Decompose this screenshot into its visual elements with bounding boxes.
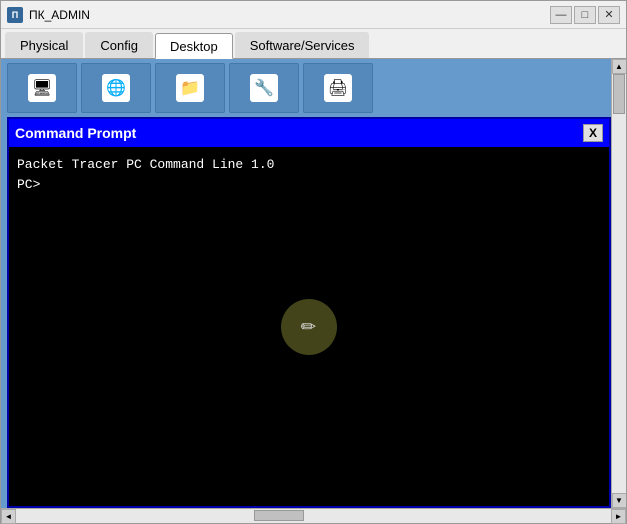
- scroll-track-bottom[interactable]: [16, 509, 611, 523]
- desktop-icon-4[interactable]: 🔧: [229, 63, 299, 113]
- command-prompt-window: Command Prompt X Packet Tracer PC Comman…: [7, 117, 611, 508]
- desktop-area: 🖥 🌐 📁 🔧 🖨 Command Prompt X: [1, 59, 626, 508]
- cmd-title-bar: Command Prompt X: [9, 119, 609, 147]
- cmd-body[interactable]: Packet Tracer PC Command Line 1.0 PC> ✎: [9, 147, 609, 506]
- tab-physical[interactable]: Physical: [5, 32, 83, 58]
- title-bar: П ПК_ADMIN — □ ✕: [1, 1, 626, 29]
- scroll-thumb-bottom[interactable]: [254, 510, 304, 521]
- desktop-icon-3[interactable]: 📁: [155, 63, 225, 113]
- icon5-image: 🖨: [324, 74, 352, 102]
- scrollbar-bottom[interactable]: ◄ ►: [1, 508, 626, 523]
- desktop-icons-strip: 🖥 🌐 📁 🔧 🖨: [1, 59, 626, 117]
- scroll-thumb-right[interactable]: [613, 74, 625, 114]
- window-icon: П: [7, 7, 23, 23]
- scrollbar-right[interactable]: ▲ ▼: [611, 59, 626, 508]
- icon1-image: 🖥: [28, 74, 56, 102]
- cursor-icon: ✎: [295, 313, 323, 341]
- scroll-up-button[interactable]: ▲: [612, 59, 627, 74]
- maximize-button[interactable]: □: [574, 6, 596, 24]
- window-controls: — □ ✕: [550, 6, 620, 24]
- tab-desktop[interactable]: Desktop: [155, 33, 233, 59]
- title-bar-left: П ПК_ADMIN: [7, 7, 90, 23]
- cmd-title: Command Prompt: [15, 125, 136, 141]
- window-title: ПК_ADMIN: [29, 8, 90, 22]
- tab-software[interactable]: Software/Services: [235, 32, 370, 58]
- scroll-right-button[interactable]: ►: [611, 509, 626, 524]
- desktop-icon-5[interactable]: 🖨: [303, 63, 373, 113]
- icon3-image: 📁: [176, 74, 204, 102]
- scroll-down-button[interactable]: ▼: [612, 493, 627, 508]
- scroll-track-right[interactable]: [612, 74, 626, 493]
- main-window: П ПК_ADMIN — □ ✕ Physical Config Desktop: [0, 0, 627, 524]
- tab-bar: Physical Config Desktop Software/Service…: [1, 29, 626, 59]
- desktop-icon-1[interactable]: 🖥: [7, 63, 77, 113]
- close-button[interactable]: ✕: [598, 6, 620, 24]
- desktop-icon-2[interactable]: 🌐: [81, 63, 151, 113]
- icon4-image: 🔧: [250, 74, 278, 102]
- minimize-button[interactable]: —: [550, 6, 572, 24]
- cursor-overlay: ✎: [281, 299, 337, 355]
- icon2-image: 🌐: [102, 74, 130, 102]
- cmd-output: Packet Tracer PC Command Line 1.0 PC>: [17, 155, 601, 194]
- cmd-close-button[interactable]: X: [583, 124, 603, 142]
- scroll-left-button[interactable]: ◄: [1, 509, 16, 524]
- tab-config[interactable]: Config: [85, 32, 153, 58]
